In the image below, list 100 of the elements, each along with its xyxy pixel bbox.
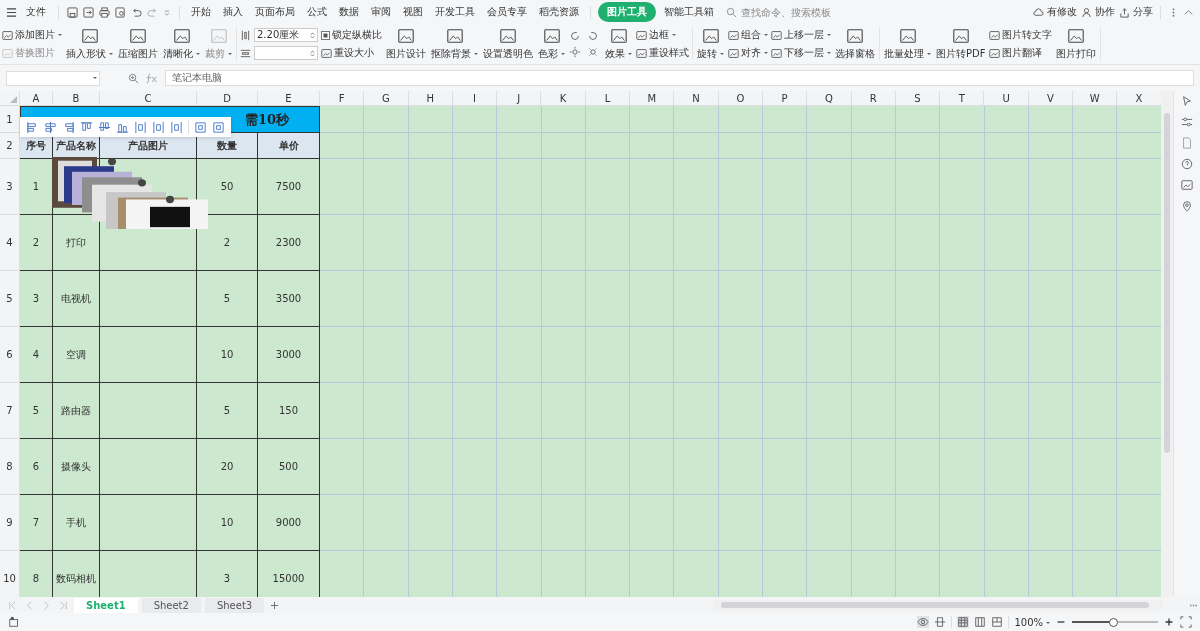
ribbon-button[interactable]: 重设大小: [321, 46, 382, 60]
ribbon-button[interactable]: 设置透明色: [482, 27, 534, 61]
image-icon[interactable]: [1181, 179, 1193, 191]
preview-icon[interactable]: [115, 6, 126, 18]
menu-icon[interactable]: [6, 6, 17, 18]
macro-icon[interactable]: [8, 616, 20, 628]
ribbon-button[interactable]: 插入形状: [65, 27, 114, 61]
row-header[interactable]: 4: [0, 215, 20, 271]
column-header[interactable]: G: [364, 91, 409, 106]
ribbon-tab[interactable]: 审阅: [367, 2, 395, 22]
ribbon-button[interactable]: 图片设计: [385, 27, 427, 61]
row-header[interactable]: 3: [0, 159, 20, 215]
formula-field[interactable]: 笔记本电脑: [165, 70, 1194, 86]
column-header[interactable]: F: [320, 91, 365, 106]
add-sheet-icon[interactable]: [270, 600, 280, 610]
ribbon-tab[interactable]: 数据: [335, 2, 363, 22]
ribbon-button[interactable]: 重设样式: [636, 46, 689, 60]
column-header[interactable]: P: [762, 91, 808, 106]
ribbon-button[interactable]: 对齐: [728, 46, 768, 60]
column-header[interactable]: Q: [807, 91, 852, 106]
slider-thumb[interactable]: [1109, 618, 1119, 627]
column-header[interactable]: A: [20, 91, 53, 106]
ribbon-button[interactable]: 抠除背景: [430, 27, 479, 61]
cursor-icon[interactable]: [1181, 95, 1193, 107]
header-action[interactable]: 分享: [1119, 5, 1153, 19]
ribbon-button[interactable]: 色彩: [537, 27, 566, 61]
zoom-in-icon[interactable]: [1163, 616, 1175, 628]
crosshair-icon[interactable]: [934, 616, 947, 628]
row-header[interactable]: 6: [0, 327, 20, 383]
row-header[interactable]: 9: [0, 495, 20, 551]
checkbox[interactable]: [321, 30, 330, 40]
ribbon-tab[interactable]: 视图: [399, 2, 427, 22]
file-menu[interactable]: 文件: [22, 2, 50, 22]
column-header[interactable]: T: [940, 91, 985, 106]
sheet-tab[interactable]: Sheet3: [204, 597, 265, 613]
row-header[interactable]: 7: [0, 383, 20, 439]
scrollbar-thumb[interactable]: [1164, 113, 1171, 453]
column-header[interactable]: X: [1117, 91, 1162, 106]
ribbon-button[interactable]: 边框: [636, 28, 689, 42]
ribbon-tab[interactable]: 稻壳资源: [535, 2, 583, 22]
zoom-icon[interactable]: [128, 72, 139, 84]
sliders-icon[interactable]: [1181, 116, 1193, 128]
rotate-right-icon[interactable]: [587, 30, 599, 42]
ribbon-button[interactable]: 组合: [728, 28, 768, 42]
column-header[interactable]: E: [258, 91, 320, 106]
size-field[interactable]: [254, 46, 318, 60]
ribbon-tab[interactable]: 页面布局: [251, 2, 299, 22]
ribbon-tab[interactable]: 开发工具: [431, 2, 479, 22]
fullscreen-icon[interactable]: [1180, 616, 1192, 628]
print-icon[interactable]: [99, 6, 110, 18]
ribbon-button[interactable]: 选择窗格: [834, 27, 876, 61]
column-header[interactable]: W: [1073, 91, 1118, 106]
spinner-icon[interactable]: [310, 30, 315, 40]
document-icon[interactable]: [1181, 137, 1193, 149]
ribbon-button[interactable]: 锁定纵横比: [321, 28, 382, 42]
column-header[interactable]: U: [984, 91, 1029, 106]
column-header[interactable]: N: [674, 91, 719, 106]
header-action[interactable]: 有修改: [1033, 5, 1077, 19]
size-field[interactable]: 2.20厘米: [254, 28, 318, 42]
page-layout-icon[interactable]: [974, 616, 987, 628]
search-field[interactable]: 查找命令、搜索模板: [726, 5, 855, 19]
help-icon[interactable]: [1181, 158, 1193, 170]
column-header[interactable]: O: [718, 91, 763, 106]
ribbon-button[interactable]: 添加图片: [2, 28, 62, 42]
ribbon-button[interactable]: 图片打印: [1055, 27, 1098, 61]
select-all-icon[interactable]: [10, 96, 17, 103]
ribbon-button[interactable]: 清晰化: [162, 27, 201, 61]
page-break-icon[interactable]: [991, 616, 1004, 628]
brightness-up-icon[interactable]: [569, 46, 581, 58]
column-header[interactable]: K: [541, 91, 586, 106]
row-header[interactable]: 5: [0, 271, 20, 327]
spinner-icon[interactable]: [310, 48, 315, 58]
eye-icon[interactable]: [917, 616, 930, 628]
ribbon-button[interactable]: 上移一层: [771, 28, 831, 42]
column-header[interactable]: C: [100, 91, 197, 106]
column-header[interactable]: B: [53, 91, 100, 106]
undo-icon[interactable]: [131, 6, 142, 18]
row-header[interactable]: 8: [0, 439, 20, 495]
ribbon-button[interactable]: 旋转: [696, 27, 725, 61]
column-header[interactable]: L: [585, 91, 631, 106]
ribbon-button[interactable]: 图片转PDF: [935, 27, 987, 61]
export-icon[interactable]: [83, 6, 94, 18]
ribbon-button[interactable]: 图片翻译: [989, 46, 1053, 60]
column-header[interactable]: R: [851, 91, 896, 106]
scrollbar-thumb[interactable]: [721, 602, 1149, 608]
ribbon-tab[interactable]: 开始: [187, 2, 215, 22]
redo-icon[interactable]: [147, 6, 158, 18]
column-header[interactable]: M: [630, 91, 675, 106]
location-pin-icon[interactable]: [1181, 200, 1193, 212]
ribbon-button[interactable]: 图片转文字: [989, 28, 1053, 42]
save-icon[interactable]: [67, 6, 78, 18]
column-header[interactable]: V: [1028, 91, 1074, 106]
column-header[interactable]: H: [408, 91, 453, 106]
row-header[interactable]: 2: [0, 133, 20, 159]
zoom-level[interactable]: 100%: [1014, 616, 1050, 628]
row-header[interactable]: 1: [0, 106, 20, 133]
column-header[interactable]: I: [452, 91, 498, 106]
ribbon-tab[interactable]: 智能工具箱: [660, 2, 718, 22]
ribbon-tab[interactable]: 公式: [303, 2, 331, 22]
column-header[interactable]: S: [895, 91, 941, 106]
